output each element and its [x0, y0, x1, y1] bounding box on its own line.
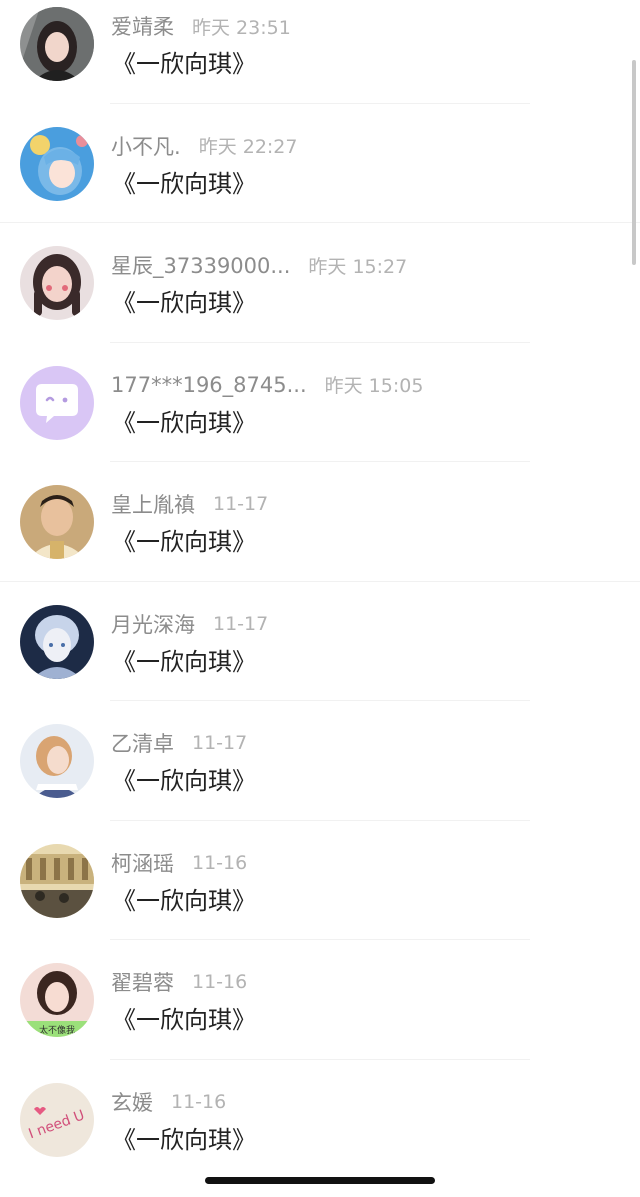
comment-meta: 小不凡. 昨天 22:27: [111, 130, 297, 162]
comment-row[interactable]: I need U 玄媛 11-16 《一欣向琪》: [0, 1060, 640, 1180]
scrollbar[interactable]: [632, 60, 636, 265]
comment-meta: 翟碧蓉 11-16: [111, 966, 247, 998]
comment-text: 《一欣向琪》: [112, 289, 256, 317]
comment-text: 《一欣向琪》: [112, 169, 256, 198]
comment-text: 《一欣向琪》: [112, 767, 256, 795]
avatar-girl-green-caption-icon: 太不像我: [20, 963, 94, 1037]
user-name[interactable]: 乙清卓: [111, 728, 174, 758]
comment-meta: 柯涵瑶 11-16: [111, 847, 247, 879]
comment-row[interactable]: 177***196_8745... 昨天 15:05 《一欣向琪》: [0, 343, 640, 462]
avatar-anime-blue-hair-icon: [20, 126, 94, 201]
user-name[interactable]: 皇上胤禛: [111, 489, 195, 519]
avatar-caption: 太不像我: [39, 1024, 75, 1036]
user-name[interactable]: 小不凡.: [111, 131, 181, 161]
comment-time: 昨天 22:27: [198, 136, 298, 158]
comment-row[interactable]: 柯涵瑶 11-16 《一欣向琪》: [0, 821, 640, 940]
user-name[interactable]: 星辰_37339000...: [111, 250, 290, 280]
comment-time: 11-16: [192, 851, 248, 874]
avatar-i-need-u-text-icon: I need U: [20, 1082, 94, 1157]
comment-row[interactable]: 太不像我 翟碧蓉 11-16 《一欣向琪》: [0, 940, 640, 1060]
avatar[interactable]: [20, 7, 94, 81]
comment-text: 《一欣向琪》: [112, 647, 256, 676]
avatar-default-chat-bubble-icon: [20, 365, 94, 440]
comment-time: 11-16: [192, 971, 248, 993]
comment-time: 11-17: [213, 612, 269, 635]
avatar-girl-dark-hair-icon: [20, 7, 94, 81]
comment-row[interactable]: 乙清卓 11-17 《一欣向琪》: [0, 701, 640, 821]
avatar[interactable]: [20, 126, 94, 201]
comment-row[interactable]: 爱靖柔 昨天 23:51 《一欣向琪》: [0, 0, 640, 104]
comment-meta: 爱靖柔 昨天 23:51: [111, 10, 291, 42]
comment-text: 《一欣向琪》: [112, 1125, 256, 1154]
comment-meta: 乙清卓 11-17: [111, 727, 247, 759]
comment-row[interactable]: 皇上胤禛 11-17 《一欣向琪》: [0, 462, 640, 582]
comment-row[interactable]: 月光深海 11-17 《一欣向琪》: [0, 582, 640, 701]
comment-time: 昨天 15:27: [308, 255, 408, 278]
avatar-street-photo-icon: [20, 843, 94, 918]
user-name[interactable]: 月光深海: [111, 609, 195, 639]
comment-text: 《一欣向琪》: [112, 50, 256, 78]
avatar-girl-ponytail-icon: [20, 724, 94, 798]
avatar[interactable]: 太不像我: [20, 963, 94, 1037]
comment-text: 《一欣向琪》: [112, 408, 256, 437]
user-name[interactable]: 177***196_8745...: [111, 373, 307, 397]
avatar[interactable]: [20, 843, 94, 918]
user-name[interactable]: 玄媛: [111, 1087, 153, 1117]
home-indicator[interactable]: [205, 1177, 435, 1184]
comment-time: 11-17: [192, 732, 248, 754]
comment-list: 爱靖柔 昨天 23:51 《一欣向琪》 小不凡. 昨天 22:27 《一欣向琪》: [0, 0, 640, 1179]
comment-meta: 177***196_8745... 昨天 15:05: [111, 369, 423, 401]
comment-text: 《一欣向琪》: [112, 528, 256, 556]
comment-time: 昨天 15:05: [324, 375, 424, 397]
comment-meta: 皇上胤禛 11-17: [111, 488, 268, 520]
avatar[interactable]: [20, 246, 94, 320]
avatar[interactable]: [20, 485, 94, 559]
user-name[interactable]: 柯涵瑶: [111, 848, 174, 878]
avatar[interactable]: I need U: [20, 1082, 94, 1157]
comment-meta: 玄媛 11-16: [111, 1086, 226, 1118]
user-name[interactable]: 翟碧蓉: [111, 967, 174, 997]
comment-text: 《一欣向琪》: [112, 1006, 256, 1034]
comment-row[interactable]: 星辰_37339000... 昨天 15:27 《一欣向琪》: [0, 223, 640, 343]
comment-time: 11-17: [213, 493, 269, 515]
avatar[interactable]: [20, 365, 94, 440]
comment-meta: 月光深海 11-17: [111, 608, 268, 640]
comment-time: 昨天 23:51: [192, 16, 291, 39]
comment-meta: 星辰_37339000... 昨天 15:27: [111, 249, 407, 281]
comment-time: 11-16: [171, 1090, 227, 1113]
avatar[interactable]: [20, 724, 94, 798]
comment-row[interactable]: 小不凡. 昨天 22:27 《一欣向琪》: [0, 104, 640, 223]
avatar[interactable]: [20, 604, 94, 679]
avatar-girl-braids-icon: [20, 246, 94, 320]
avatar-fantasy-doll-icon: [20, 604, 94, 679]
avatar-man-costume-icon: [20, 485, 94, 559]
comment-text: 《一欣向琪》: [112, 886, 256, 915]
user-name[interactable]: 爱靖柔: [111, 11, 174, 41]
